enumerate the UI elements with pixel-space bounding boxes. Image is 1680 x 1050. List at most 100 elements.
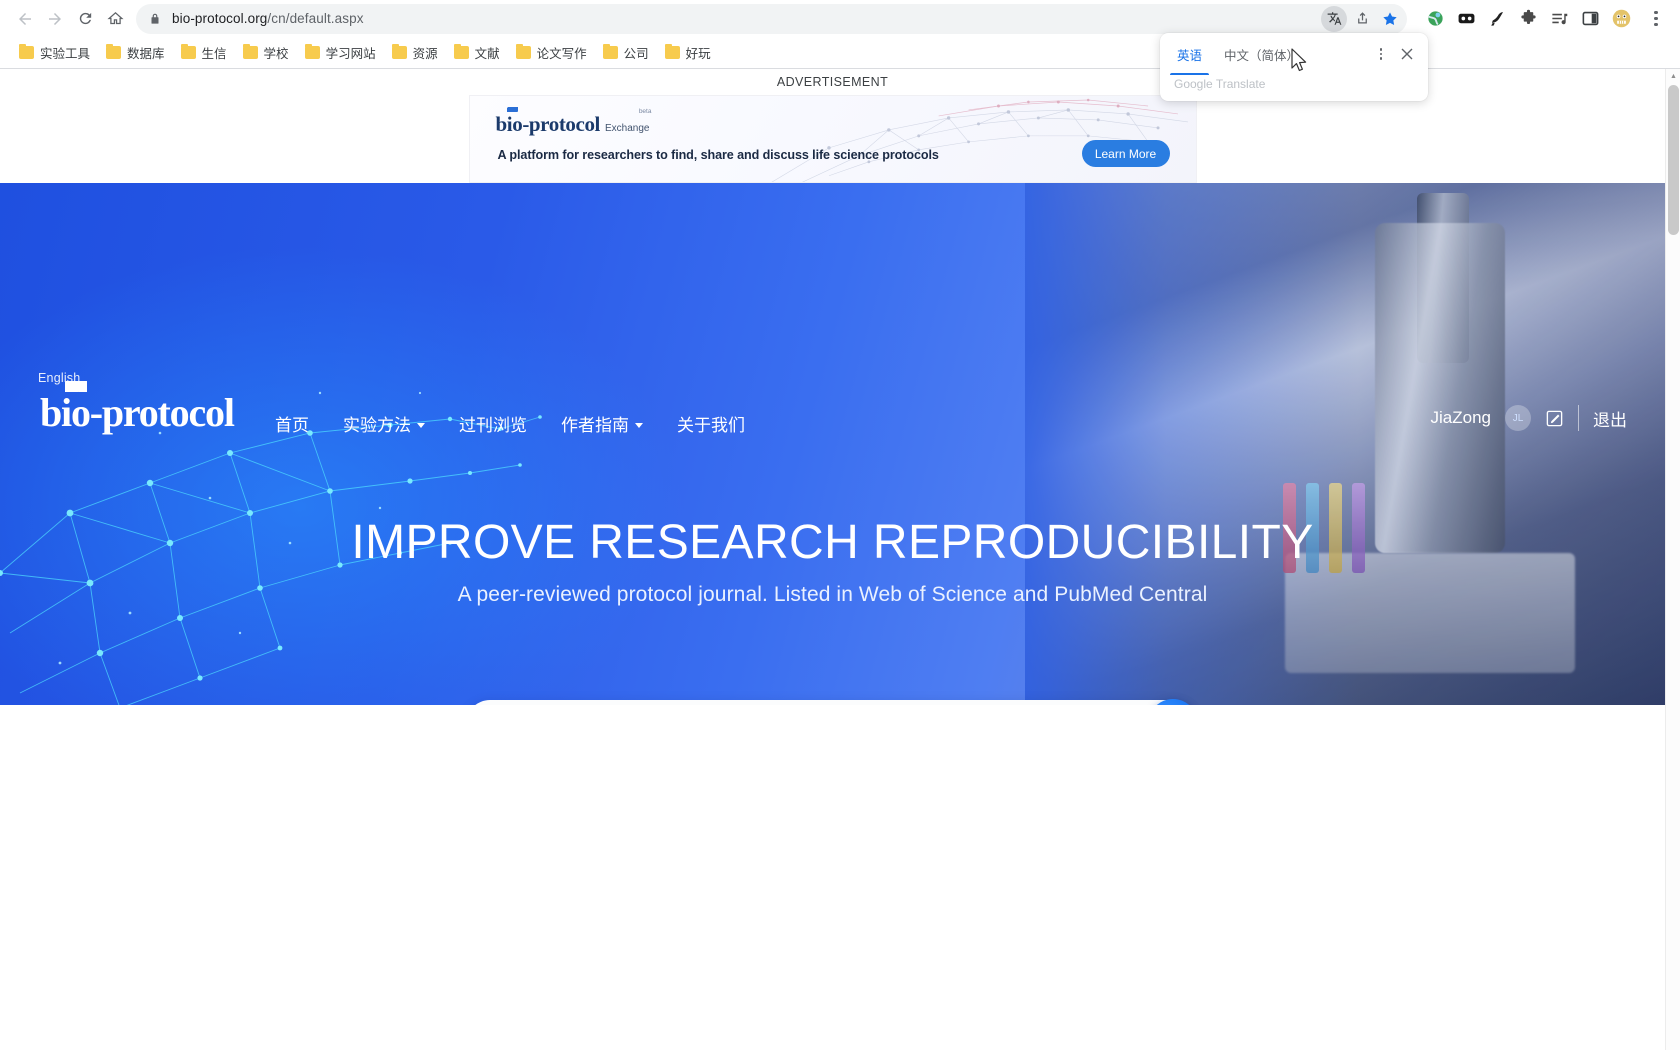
bookmark-label: 生信 [201,47,227,61]
folder-icon [242,44,258,59]
nav-item-author-guide[interactable]: 作者指南 [561,411,643,436]
avatar[interactable]: JL [1505,405,1531,431]
nav-label: 实验方法 [343,416,411,435]
address-bar[interactable]: bio-protocol.org/cn/default.aspx [136,3,1407,34]
bookmark-label: 公司 [623,47,649,61]
bookmarks-bar: 实验工具 数据库 生信 学校 学习网站 资源 文献 论文写作 公司 好玩 [0,37,1680,69]
bookmark-label: 好玩 [685,47,711,61]
reader-extension-icon[interactable] [1452,5,1480,33]
browser-toolbar: bio-protocol.org/cn/default.aspx [0,0,1680,37]
sidepanel-icon[interactable] [1576,5,1604,33]
bookmark-label: 数据库 [127,47,165,61]
logout-link[interactable]: 退出 [1593,406,1627,431]
divider [1578,405,1579,431]
microscope-body [1375,223,1505,553]
folder-icon [602,44,618,59]
lock-icon [151,13,159,24]
folder-icon [664,44,680,59]
chrome-menu-icon[interactable] [1642,5,1670,33]
ad-learn-more-button[interactable]: Learn More [1081,140,1170,167]
omnibox-actions [1315,3,1403,34]
nav-item-home[interactable]: 首页 [275,411,309,436]
playlist-extension-icon[interactable] [1545,5,1573,33]
advertisement-banner[interactable]: bio-protocol Exchange beta A platform fo… [468,95,1197,183]
address-bar-url: bio-protocol.org/cn/default.aspx [172,11,364,26]
share-icon[interactable] [1349,6,1375,32]
home-icon [106,11,124,25]
reload-button[interactable] [70,4,100,34]
bookmark-item[interactable]: 学习网站 [298,39,383,66]
url-path: /cn/default.aspx [267,11,364,26]
bookmark-item[interactable]: 实验工具 [12,39,97,66]
profile-avatar-icon[interactable] [1607,5,1635,33]
ad-logo-text: bio-protocol [495,107,600,136]
translate-more-options-icon[interactable] [1370,43,1392,65]
bookmark-label: 实验工具 [40,47,91,61]
user-name[interactable]: JiaZong [1431,408,1491,428]
bookmark-label: 论文写作 [536,47,587,61]
main-content: 最新发表 热门实验 高引文章 landing space (mouse cage… [0,705,1665,743]
translate-tab-english[interactable]: 英语 [1166,33,1213,75]
url-host: bio-protocol.org [172,11,268,26]
page-viewport: ADVERTISEMENT bio-protocol Exchange beta… [0,69,1680,1050]
page-scrollbar[interactable]: ▲ [1665,69,1680,1050]
back-arrow-icon [19,12,31,25]
bookmark-item[interactable]: 资源 [385,39,445,66]
bookmark-item[interactable]: 数据库 [99,39,172,66]
scrollbar-thumb[interactable] [1668,85,1679,235]
bookmark-label: 学校 [263,47,289,61]
bookmark-item[interactable]: 学校 [236,39,296,66]
nav-item-methods[interactable]: 实验方法 [343,411,425,436]
hero-subtitle: A peer-reviewed protocol journal. Listed… [457,583,1208,606]
forward-arrow-icon [49,12,61,25]
nav-label: 首页 [275,416,309,435]
browser-window: bio-protocol.org/cn/default.aspx 实验工具 数据… [0,0,1680,1050]
nav-item-about[interactable]: 关于我们 [677,411,745,436]
ad-tagline: A platform for researchers to find, shar… [497,148,939,162]
scroll-up-arrow[interactable]: ▲ [1666,69,1680,84]
bookmark-item[interactable]: 公司 [596,39,656,66]
nav-label: 过刊浏览 [459,416,527,435]
bookmark-item[interactable]: 论文写作 [509,39,594,66]
folder-icon [19,44,34,59]
translate-footer-label: Google Translate [1174,77,1266,91]
translate-tab-chinese[interactable]: 中文（简体） [1213,33,1310,75]
edit-profile-icon[interactable] [1545,409,1564,428]
translate-language-tabs: 英语 中文（简体） [1160,33,1428,75]
nav-label: 关于我们 [677,416,745,435]
chevron-down-icon [417,422,425,428]
folder-icon [180,44,196,59]
network-graphic [770,98,1188,182]
chevron-down-icon [635,422,643,428]
bookmark-label: 学习网站 [325,47,376,61]
reload-icon [79,12,91,25]
back-button[interactable] [10,4,40,34]
hero-title: IMPROVE RESEARCH REPRODUCIBILITY [351,516,1314,569]
nav-label: 作者指南 [561,416,629,435]
puzzle-extension-icon[interactable] [1514,5,1542,33]
forward-button[interactable] [40,4,70,34]
bird-extension-icon[interactable] [1483,5,1511,33]
microscope-photo [1025,183,1665,705]
bookmark-label: 文献 [474,47,500,61]
extension-toolbar [1421,5,1670,33]
hero-section: English bio-protocol 首页 实验方法 过刊浏览 作者指南 关… [0,183,1665,705]
nav-item-archive[interactable]: 过刊浏览 [459,411,527,436]
bookmark-item[interactable]: 好玩 [658,39,718,66]
google-translate-popup: 英语 中文（简体） Google Translate [1160,33,1428,101]
ad-logo: bio-protocol Exchange beta [495,107,651,136]
main-navigation: 首页 实验方法 过刊浏览 作者指南 关于我们 [275,411,745,436]
globe-extension-icon[interactable] [1421,5,1449,33]
folder-icon [106,44,122,59]
bookmark-item[interactable]: 生信 [174,39,234,66]
bookmark-item[interactable]: 文献 [447,39,507,66]
ad-logo-badge: beta [638,108,652,115]
bookmark-label: 资源 [412,47,438,61]
ad-logo-sub: Exchange [604,123,650,134]
bookmark-star-icon[interactable] [1377,6,1403,32]
home-button[interactable] [100,4,130,34]
site-logo[interactable]: bio-protocol [40,381,235,433]
user-area: JiaZong JL 退出 [1431,405,1627,431]
translate-icon[interactable] [1321,5,1347,32]
translate-close-icon[interactable] [1394,41,1420,67]
